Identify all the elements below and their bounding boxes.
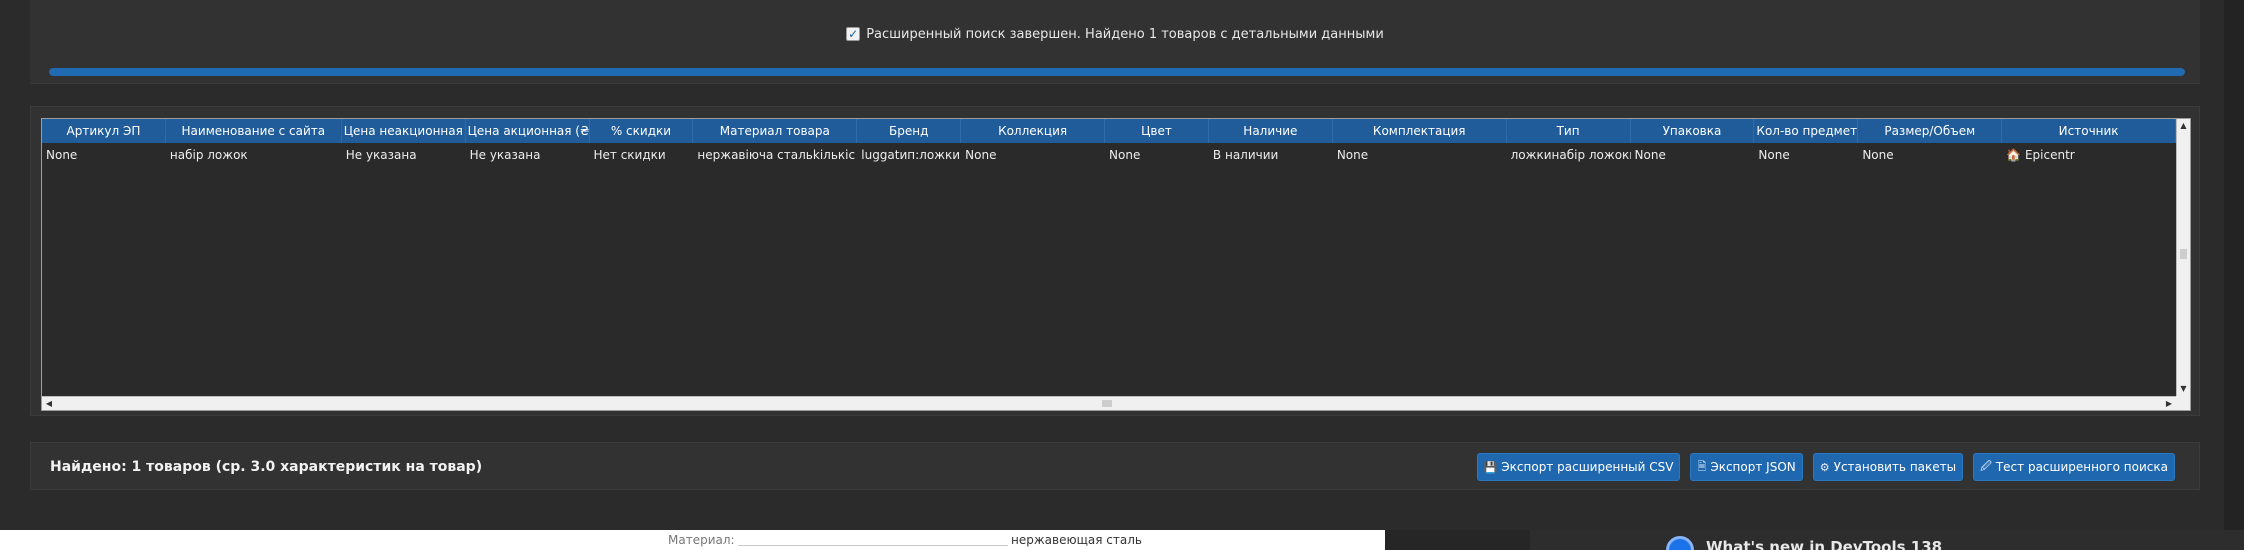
gear-icon: ⚙ (1819, 460, 1830, 474)
scroll-right-icon[interactable]: ▶ (2162, 397, 2176, 410)
table-cell: Нет скидки (593, 148, 666, 162)
found-summary: Найдено: 1 товаров (ср. 3.0 характеристи… (50, 459, 483, 475)
button-label: Установить пакеты (1833, 460, 1957, 474)
vertical-scrollbar[interactable]: ▲ ▼ (2176, 119, 2190, 396)
column-header[interactable]: Артикул ЭП (42, 119, 166, 143)
material-value: нержавеющая сталь (1011, 533, 1142, 547)
column-header[interactable]: Цена неакционная (₴ (342, 119, 466, 143)
table-row[interactable]: None набір ложок Не указана Не указана Нет с… (42, 143, 2176, 167)
button-label: Тест расширенного поиска (1995, 460, 2168, 474)
column-header[interactable]: Источник (2002, 119, 2177, 143)
progress-bar (49, 68, 2185, 76)
material-underline (738, 545, 1008, 546)
table-cell: Не указана (469, 148, 541, 162)
pencil-icon: 🖉 (1980, 459, 1992, 473)
save-icon: 💾 (1483, 460, 1498, 474)
footer-bar: Найдено: 1 товаров (ср. 3.0 характеристи… (30, 442, 2200, 490)
results-table[interactable]: Артикул ЭП Наименование с сайта Цена неакц… (41, 118, 2191, 411)
column-header[interactable]: Наличие (1209, 119, 1333, 143)
scrollbar-corner (2176, 396, 2190, 410)
column-header[interactable]: Цена акционная (₴) (466, 119, 590, 143)
test-search-button[interactable]: 🖉 Тест расширенного поиска (1973, 453, 2175, 481)
devtools-panel: What's new in DevTools 138 (1530, 530, 2244, 550)
column-header[interactable]: Материал товара (693, 119, 858, 143)
horizontal-scroll-thumb[interactable] (1102, 400, 1112, 407)
status-message: Расширенный поиск завершен. Найдено 1 то… (866, 26, 1384, 42)
checkmark-icon: ✓ (846, 27, 861, 41)
file-icon: 🗎 (1697, 459, 1707, 473)
devtools-icon (1666, 536, 1694, 550)
scroll-down-icon[interactable]: ▼ (2177, 382, 2190, 396)
table-cell: Не указана (345, 148, 417, 162)
table-cell: 🏠 Epicentr (2006, 148, 2075, 162)
column-header[interactable]: Кол-во предмето (1754, 119, 1859, 143)
table-cell: None (965, 148, 997, 162)
app-window: ✓ Расширенный поиск завершен. Найдено 1 … (0, 0, 2224, 530)
table-cell: None (1634, 148, 1666, 162)
scroll-up-icon[interactable]: ▲ (2177, 119, 2190, 133)
vertical-scroll-thumb[interactable] (2180, 249, 2187, 259)
right-gutter (2224, 0, 2244, 530)
table-body: None набір ложок Не указана Не указана Нет с… (42, 143, 2176, 392)
column-header[interactable]: Упаковка (1631, 119, 1755, 143)
status-line: ✓ Расширенный поиск завершен. Найдено 1 … (30, 25, 2200, 43)
table-cell: None (46, 148, 78, 162)
column-header[interactable]: Цвет (1105, 119, 1209, 143)
table-cell: None (1862, 148, 1894, 162)
button-label: Экспорт расширенный CSV (1501, 460, 1674, 474)
background-page: Материал: нержавеющая сталь (0, 530, 1385, 550)
devtools-news[interactable]: What's new in DevTools 138 (1706, 538, 1942, 550)
table-cell: набір ложок (169, 148, 248, 162)
horizontal-scrollbar[interactable]: ◀ ▶ (42, 396, 2176, 410)
column-header[interactable]: Тип (1507, 119, 1631, 143)
material-label: Материал: (668, 533, 735, 547)
column-header[interactable]: Комплектация (1333, 119, 1507, 143)
column-header[interactable]: Коллекция (961, 119, 1106, 143)
results-panel: Артикул ЭП Наименование с сайта Цена неакц… (30, 106, 2200, 416)
scroll-left-icon[interactable]: ◀ (42, 397, 56, 410)
table-cell: None (1758, 148, 1790, 162)
table-cell: None (1109, 148, 1141, 162)
action-buttons: 💾 Экспорт расширенный CSV 🗎 Экспорт JSON ⚙ Ус… (1476, 453, 2175, 481)
table-cell: В наличии (1212, 148, 1279, 162)
app-root: ✓ Расширенный поиск завершен. Найдено 1 … (0, 0, 2244, 550)
table-cell: ложкинабір ложокм (1510, 148, 1631, 162)
column-header[interactable]: % скидки (590, 119, 694, 143)
table-header: Артикул ЭП Наименование с сайта Цена неакц… (42, 119, 2177, 143)
table-cell: luggatип:ложкинабір (861, 148, 961, 162)
install-packages-button[interactable]: ⚙ Установить пакеты (1812, 453, 1964, 481)
export-csv-button[interactable]: 💾 Экспорт расширенный CSV (1476, 453, 1681, 481)
button-label: Экспорт JSON (1710, 460, 1796, 474)
status-panel: ✓ Расширенный поиск завершен. Найдено 1 … (30, 0, 2200, 84)
progress-bar-fill (49, 68, 2185, 76)
column-header[interactable]: Наименование с сайта (166, 119, 342, 143)
table-cell: нержавіюча стальkількіс (697, 148, 856, 162)
column-header[interactable]: Размер/Объем (1858, 119, 2003, 143)
column-header[interactable]: Бренд (857, 119, 962, 143)
export-json-button[interactable]: 🗎 Экспорт JSON (1690, 453, 1803, 481)
table-cell: None (1336, 148, 1369, 162)
